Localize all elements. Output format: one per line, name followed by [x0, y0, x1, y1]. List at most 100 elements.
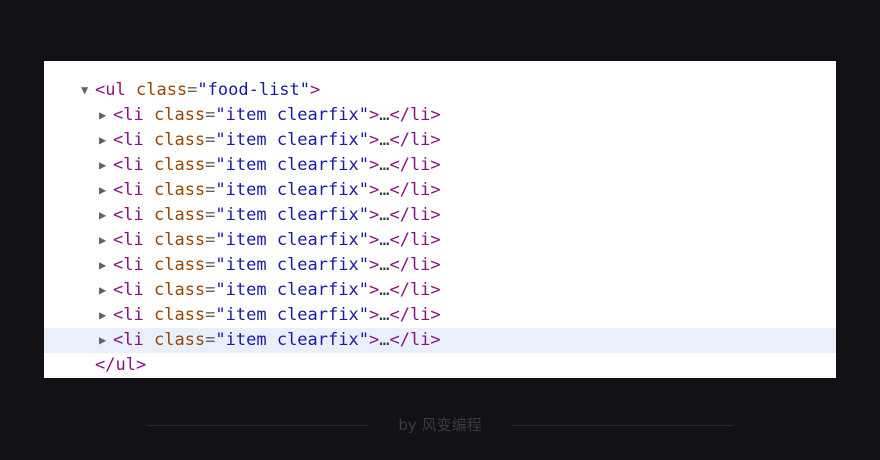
- attr-name: class: [153, 305, 206, 325]
- tag-end-open-bracket: </: [389, 280, 410, 300]
- tag-end-open-bracket: </: [389, 180, 410, 200]
- attr-equals: =: [205, 105, 216, 125]
- tag-close-bracket: >: [368, 330, 380, 350]
- triangle-right-icon[interactable]: ▶: [99, 153, 113, 178]
- tag-close-bracket: >: [368, 105, 380, 125]
- tag-name: li: [123, 330, 144, 350]
- tag-end-open-bracket: </: [389, 155, 410, 175]
- attr-value: "item clearfix": [215, 330, 369, 350]
- tag-end-name: li: [409, 305, 431, 325]
- tag-end-name: li: [409, 330, 431, 350]
- tag-name: li: [123, 105, 144, 125]
- attr-equals: =: [205, 180, 216, 200]
- tag-end-name: li: [409, 105, 431, 125]
- attr-value: "item clearfix": [215, 255, 369, 275]
- dom-node-li[interactable]: ▶ <li class="item clearfix">…</li>: [44, 178, 836, 203]
- tag-end-open-bracket: </: [389, 255, 410, 275]
- attr-equals: =: [205, 205, 216, 225]
- tag-open-bracket: <: [113, 280, 124, 300]
- dom-node-li[interactable]: ▶ <li class="item clearfix">…</li>: [44, 228, 836, 253]
- dom-node-ul[interactable]: ▼ <ul class="food-list">: [44, 78, 836, 103]
- tag-close-bracket: >: [368, 230, 380, 250]
- tag-open-bracket: <: [113, 180, 124, 200]
- attr-value: "item clearfix": [215, 230, 369, 250]
- tag-close-bracket: >: [135, 355, 147, 375]
- tag-close-bracket: >: [368, 305, 380, 325]
- tag-end-name: li: [409, 155, 431, 175]
- tag-end-open-bracket: </: [95, 355, 116, 375]
- collapsed-ellipsis[interactable]: …: [379, 155, 389, 175]
- attr-equals: =: [205, 330, 216, 350]
- triangle-down-icon[interactable]: ▼: [81, 78, 95, 103]
- tag-name: ul: [115, 355, 136, 375]
- tag-open-bracket: <: [113, 205, 124, 225]
- collapsed-ellipsis[interactable]: …: [379, 230, 389, 250]
- attr-name: class: [135, 80, 188, 100]
- tag-name: li: [123, 230, 144, 250]
- collapsed-ellipsis[interactable]: …: [379, 305, 389, 325]
- attr-value: "item clearfix": [215, 105, 369, 125]
- collapsed-ellipsis[interactable]: …: [379, 330, 389, 350]
- collapsed-ellipsis[interactable]: …: [379, 180, 389, 200]
- tag-end-name: li: [409, 280, 431, 300]
- tag-open-bracket: <: [113, 155, 124, 175]
- triangle-right-icon[interactable]: ▶: [99, 203, 113, 228]
- tag-open-bracket: <: [113, 305, 124, 325]
- tag-name: li: [123, 255, 144, 275]
- triangle-right-icon[interactable]: ▶: [99, 178, 113, 203]
- tag-close-bracket: >: [368, 130, 380, 150]
- tag-end-close-bracket: >: [430, 330, 441, 350]
- attr-equals: =: [205, 230, 216, 250]
- triangle-right-icon[interactable]: ▶: [99, 253, 113, 278]
- dom-node-li[interactable]: ▶ <li class="item clearfix">…</li>: [44, 203, 836, 228]
- attr-name: class: [153, 280, 206, 300]
- tag-end-open-bracket: </: [389, 230, 410, 250]
- attr-name: class: [153, 230, 206, 250]
- tag-end-close-bracket: >: [430, 155, 441, 175]
- tag-end-close-bracket: >: [430, 305, 441, 325]
- dom-node-li[interactable]: ▶ <li class="item clearfix">…</li>: [44, 103, 836, 128]
- attr-name: class: [153, 255, 206, 275]
- triangle-right-icon[interactable]: ▶: [99, 303, 113, 328]
- attr-name: class: [153, 130, 206, 150]
- dom-node-li[interactable]: ▶ <li class="item clearfix">…</li>: [44, 253, 836, 278]
- tag-end-name: li: [409, 255, 431, 275]
- tag-close-bracket: >: [368, 255, 380, 275]
- tag-end-close-bracket: >: [430, 280, 441, 300]
- triangle-right-icon[interactable]: ▶: [99, 328, 113, 353]
- attr-name: class: [153, 105, 206, 125]
- dom-tree-panel: ▼ <ul class="food-list"> ▶ <li class="item…: [44, 61, 836, 378]
- tag-end-close-bracket: >: [430, 230, 441, 250]
- triangle-right-icon[interactable]: ▶: [99, 278, 113, 303]
- collapsed-ellipsis[interactable]: …: [379, 105, 389, 125]
- collapsed-ellipsis[interactable]: …: [379, 255, 389, 275]
- dom-node-ul-close[interactable]: </ul>: [44, 353, 836, 378]
- dom-node-li[interactable]: ▶ <li class="item clearfix">…</li>: [44, 128, 836, 153]
- tag-name: li: [123, 155, 144, 175]
- tag-close-bracket: >: [310, 80, 321, 100]
- dom-node-li[interactable]: ▶ <li class="item clearfix">…</li>: [44, 328, 836, 353]
- tag-name: ul: [105, 80, 126, 100]
- collapsed-ellipsis[interactable]: …: [379, 130, 389, 150]
- collapsed-ellipsis[interactable]: …: [379, 280, 389, 300]
- tag-name: li: [123, 130, 144, 150]
- attr-name: class: [153, 205, 206, 225]
- tag-end-close-bracket: >: [430, 105, 441, 125]
- tag-end-open-bracket: </: [389, 305, 410, 325]
- tag-end-open-bracket: </: [389, 105, 410, 125]
- tag-name: li: [123, 305, 144, 325]
- dom-node-li[interactable]: ▶ <li class="item clearfix">…</li>: [44, 278, 836, 303]
- attr-value: "item clearfix": [215, 130, 369, 150]
- tag-end-close-bracket: >: [430, 255, 441, 275]
- tag-end-open-bracket: </: [389, 205, 410, 225]
- tag-open-bracket: <: [113, 330, 124, 350]
- tag-name: li: [123, 205, 144, 225]
- triangle-right-icon[interactable]: ▶: [99, 228, 113, 253]
- triangle-right-icon[interactable]: ▶: [99, 103, 113, 128]
- dom-node-li[interactable]: ▶ <li class="item clearfix">…</li>: [44, 303, 836, 328]
- footer-divider-right: [511, 425, 733, 426]
- triangle-right-icon[interactable]: ▶: [99, 128, 113, 153]
- attr-value: "food-list": [197, 80, 311, 100]
- collapsed-ellipsis[interactable]: …: [379, 205, 389, 225]
- dom-node-li[interactable]: ▶ <li class="item clearfix">…</li>: [44, 153, 836, 178]
